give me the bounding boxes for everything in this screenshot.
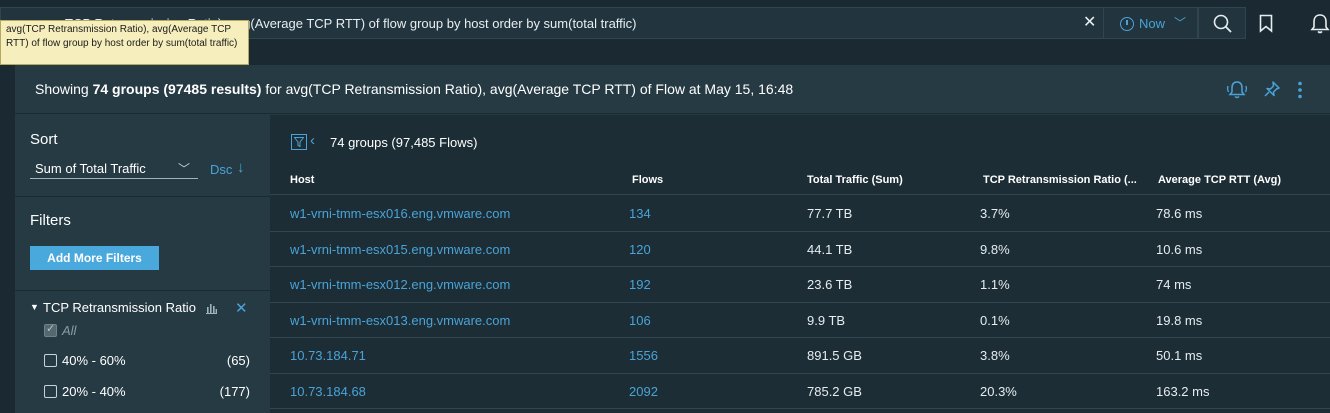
caret-down-icon[interactable]: ▼ <box>30 302 39 312</box>
results-table-area: ‹ 74 groups (97,485 Flows) Host Flows To… <box>270 115 1330 413</box>
host-cell[interactable]: 10.73.184.71 <box>290 348 366 363</box>
filter-option-count: (177) <box>219 384 250 399</box>
host-cell[interactable]: 10.73.184.68 <box>290 384 366 399</box>
flows-cell[interactable]: 1556 <box>629 348 658 363</box>
tcp-retransmission-cell: 3.7% <box>980 206 1010 221</box>
results-panel: Showing 74 groups (97485 results) for av… <box>15 65 1330 413</box>
checkbox[interactable] <box>44 385 57 398</box>
chevron-left-icon[interactable]: ‹ <box>310 132 315 149</box>
checkbox[interactable] <box>44 354 57 367</box>
total-traffic-cell: 23.6 TB <box>807 277 853 292</box>
flows-cell[interactable]: 192 <box>629 277 651 292</box>
filter-option-40-60[interactable]: 40% - 60% (65) <box>44 352 250 370</box>
avg-tcp-rtt-cell: 10.6 ms <box>1156 241 1203 257</box>
tcp-retransmission-cell: 3.8% <box>980 348 1010 363</box>
sort-select[interactable]: Sum of Total Traffic ﹀ <box>30 159 198 179</box>
more-options-icon[interactable] <box>1295 80 1305 100</box>
time-range-label: Now <box>1139 16 1166 31</box>
filter-option-all[interactable]: All <box>44 322 250 340</box>
chevron-down-icon: ﹀ <box>178 162 191 176</box>
filter-option-20-40[interactable]: 20% - 40% (177) <box>44 383 250 401</box>
total-traffic-cell: 77.7 TB <box>807 206 853 221</box>
column-header-avg-tcp-rtt[interactable]: Average TCP RTT (Avg) <box>1158 174 1281 186</box>
filters-heading: Filters <box>30 212 71 229</box>
tcp-retransmission-cell: 1.1% <box>980 277 1010 292</box>
filter-icon <box>294 137 304 147</box>
avg-tcp-rtt-cell: 74 ms <box>1156 277 1192 292</box>
arrow-down-icon[interactable]: ↓ <box>237 159 245 176</box>
flows-cell[interactable]: 120 <box>629 242 651 257</box>
table-header: Host Flows Total Traffic (Sum) TCP Retra… <box>270 161 1330 195</box>
tcp-retransmission-cell: 20.3% <box>980 383 1017 399</box>
groups-count: 74 groups (97,485 Flows) <box>330 135 478 150</box>
flows-cell[interactable]: 134 <box>629 206 651 221</box>
host-cell[interactable]: w1-vrni-tmm-esx013.eng.vmware.com <box>290 313 510 328</box>
table-row: 10.73.184.71 1556 891.5 GB 3.8% 50.1 ms <box>270 338 1330 374</box>
clock-icon <box>1120 17 1134 31</box>
table-row: w1-vrni-tmm-esx013.eng.vmware.com 106 9.9 … <box>270 303 1330 338</box>
filter-group-header[interactable]: ▼ TCP Retransmission Ratio ✕ <box>30 300 255 318</box>
avg-tcp-rtt-cell: 78.6 ms <box>1156 206 1203 221</box>
add-more-filters-button[interactable]: Add More Filters <box>30 246 159 270</box>
panel-header: Showing 74 groups (97485 results) for av… <box>15 65 1330 114</box>
total-traffic-cell: 891.5 GB <box>807 348 862 363</box>
alert-bell-icon[interactable] <box>1226 80 1248 100</box>
chevron-down-icon: ﹀ <box>1174 16 1187 30</box>
filter-sidebar: Sort Sum of Total Traffic ﹀ Dsc ↓ Filter… <box>15 115 270 413</box>
avg-tcp-rtt-cell: 50.1 ms <box>1156 348 1203 363</box>
results-summary: ‹ 74 groups (97,485 Flows) <box>270 115 1330 161</box>
sort-value: Sum of Total Traffic <box>35 161 146 176</box>
column-header-flows[interactable]: Flows <box>632 174 663 186</box>
table-row: w1-vrni-tmm-esx015.eng.vmware.com 120 44.1… <box>270 232 1330 267</box>
divider <box>15 290 270 291</box>
page-title: Showing 74 groups (97485 results) for av… <box>35 81 793 97</box>
total-traffic-cell: 785.2 GB <box>807 383 862 399</box>
search-icon <box>1213 14 1232 33</box>
title-prefix: Showing <box>35 81 93 97</box>
time-range-button[interactable]: Now ﹀ <box>1104 7 1198 39</box>
title-groups: 74 groups (97485 results) <box>92 81 262 97</box>
filter-option-label: All <box>62 323 77 338</box>
flows-cell[interactable]: 106 <box>629 313 651 328</box>
search-button[interactable] <box>1198 7 1246 39</box>
column-header-total-traffic[interactable]: Total Traffic (Sum) <box>807 174 903 186</box>
divider <box>15 196 270 197</box>
sort-order-toggle[interactable]: Dsc <box>210 162 232 177</box>
filter-option-label: 20% - 40% <box>62 384 126 399</box>
column-header-host[interactable]: Host <box>290 174 314 186</box>
tcp-retransmission-cell: 9.8% <box>980 241 1010 257</box>
table-row: w1-vrni-tmm-esx016.eng.vmware.com 134 77.7… <box>270 196 1330 232</box>
filter-option-count: (65) <box>226 353 250 368</box>
sort-heading: Sort <box>30 131 58 148</box>
table-row: w1-vrni-tmm-esx012.eng.vmware.com 192 23.6… <box>270 267 1330 303</box>
host-cell[interactable]: w1-vrni-tmm-esx015.eng.vmware.com <box>290 242 510 257</box>
flows-cell[interactable]: 2092 <box>629 384 658 399</box>
pin-icon[interactable] <box>1263 80 1281 100</box>
filter-group-name: TCP Retransmission Ratio <box>43 300 196 315</box>
close-icon[interactable]: ✕ <box>1083 14 1096 32</box>
notification-bell-icon[interactable] <box>1310 13 1330 35</box>
filter-option-label: 40% - 60% <box>62 353 126 368</box>
avg-tcp-rtt-cell: 163.2 ms <box>1156 383 1210 399</box>
title-suffix: for avg(TCP Retransmission Ratio), avg(A… <box>261 81 794 97</box>
tcp-retransmission-cell: 0.1% <box>980 312 1010 328</box>
total-traffic-cell: 44.1 TB <box>807 241 853 257</box>
host-cell[interactable]: w1-vrni-tmm-esx016.eng.vmware.com <box>290 206 510 221</box>
avg-tcp-rtt-cell: 19.8 ms <box>1156 312 1203 328</box>
query-tooltip: avg(TCP Retransmission Ratio), avg(Avera… <box>0 20 249 65</box>
bar-chart-icon[interactable] <box>205 302 218 314</box>
total-traffic-cell: 9.9 TB <box>807 312 846 328</box>
bookmark-icon[interactable] <box>1259 14 1273 33</box>
checkbox[interactable] <box>44 322 57 337</box>
filter-toggle-button[interactable] <box>291 134 307 150</box>
host-cell[interactable]: w1-vrni-tmm-esx012.eng.vmware.com <box>290 277 510 292</box>
table-row: 10.73.184.68 2092 785.2 GB 20.3% 163.2 ms <box>270 374 1330 409</box>
column-header-tcp-retransmission[interactable]: TCP Retransmission Ratio (... <box>983 174 1137 186</box>
remove-filter-icon[interactable]: ✕ <box>235 299 248 317</box>
